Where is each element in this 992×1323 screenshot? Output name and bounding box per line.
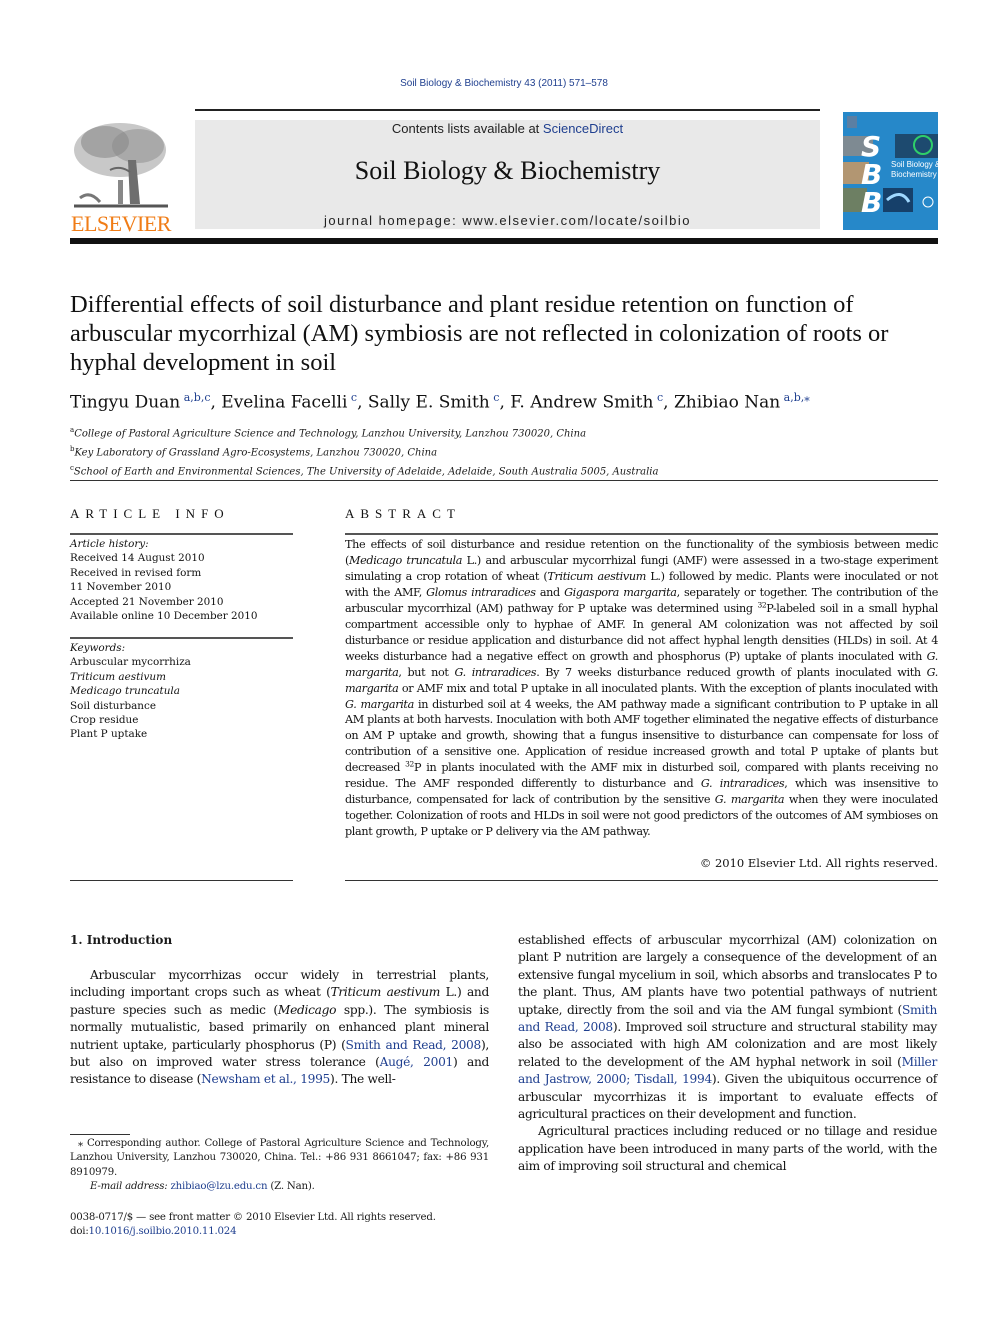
corresponding-author-footnote: ⁎ Corresponding author. College of Pasto…	[70, 1137, 489, 1195]
journal-homepage-line: journal homepage: www.elsevier.com/locat…	[195, 213, 820, 228]
journal-cover-thumbnail[interactable]: S B B Soil Biology & Biochemistry	[843, 112, 938, 230]
cover-letter-b2: B	[861, 186, 882, 219]
article-history-items: Received 14 August 2010 Received in revis…	[70, 551, 293, 623]
email-label: E-mail address:	[90, 1181, 171, 1193]
affiliation-text: Key Laboratory of Grassland Agro-Ecosyst…	[74, 447, 438, 459]
email-link[interactable]: zhibiao@lzu.edu.cn	[171, 1181, 268, 1192]
journal-cover-image: S B B Soil Biology & Biochemistry	[843, 112, 938, 230]
italic-term: Medicago truncatula	[349, 553, 463, 567]
author-name: Zhibiao Nan	[673, 392, 781, 413]
author-affiliation-link[interactable]: a,b,⁎	[780, 391, 810, 404]
article-info-rule	[70, 533, 293, 535]
author-affiliation-link[interactable]: c	[347, 391, 357, 404]
article-history: Article history: Received 14 August 2010…	[70, 537, 293, 623]
intro-paragraph-1: Arbuscular mycorrhizas occur widely in t…	[70, 968, 490, 1087]
keyword-item: Medicago truncatula	[70, 685, 180, 698]
homepage-url-link[interactable]: www.elsevier.com/locate/soilbio	[462, 213, 691, 228]
author-affiliation-link[interactable]: c	[490, 391, 499, 404]
author-list: Tingyu Duan a,b,c, Evelina Facelli c, Sa…	[70, 391, 810, 413]
italic-term: G. margarita	[345, 665, 938, 695]
keyword-item: Soil disturbance	[70, 699, 156, 712]
header-thick-rule	[70, 238, 938, 244]
article-info-bottom-rule	[70, 880, 293, 881]
footnote-rule	[70, 1134, 130, 1135]
elsevier-tree-icon	[74, 123, 168, 208]
article-title: Differential effects of soil disturbance…	[70, 291, 889, 376]
citation-link[interactable]: Smith and Read, 2008	[518, 1003, 937, 1034]
keywords-block: Keywords: Arbuscular mycorrhiza Triticum …	[70, 641, 293, 742]
keywords-label: Keywords:	[70, 642, 126, 654]
section-heading-introduction: 1. Introduction	[70, 933, 173, 947]
abstract-copyright: © 2010 Elsevier Ltd. All rights reserved…	[699, 856, 938, 870]
doi-link[interactable]: 10.1016/j.soilbio.2010.11.024	[89, 1226, 237, 1237]
italic-term: Glomus intraradices	[426, 585, 536, 599]
author-name: Evelina Facelli	[221, 392, 348, 413]
article-history-label: Article history:	[70, 538, 149, 550]
citation-link[interactable]: Smith and Read, 2008	[346, 1038, 482, 1052]
citation-link[interactable]: Augé, 2001	[380, 1055, 454, 1069]
header-top-rule	[195, 109, 820, 111]
italic-term: G. margarita	[714, 793, 785, 807]
italic-term: G. margarita	[345, 697, 414, 711]
history-item: Available online 10 December 2010	[70, 610, 258, 623]
abstract-heading: ABSTRACT	[345, 506, 461, 521]
abstract-rule	[345, 533, 938, 535]
issn-line: 0038-0717/$ — see front matter © 2010 El…	[70, 1212, 436, 1223]
doi-label: doi:	[70, 1226, 89, 1238]
history-item: Received 14 August 2010	[70, 552, 205, 565]
abstract-text: The effects of soil disturbance and resi…	[345, 538, 939, 839]
homepage-label: journal homepage:	[324, 213, 463, 228]
keywords-rule	[70, 637, 293, 639]
front-matter: 0038-0717/$ — see front matter © 2010 El…	[70, 1211, 489, 1240]
citation-link[interactable]: Miller and Jastrow, 2000; Tisdall, 1994	[518, 1055, 937, 1086]
keyword-item: Triticum aestivum	[70, 670, 166, 683]
cover-title-line1: Soil Biology &	[891, 160, 938, 169]
sciencedirect-link[interactable]: ScienceDirect	[543, 121, 623, 136]
author-name: F. Andrew Smith	[510, 392, 654, 413]
running-head[interactable]: Soil Biology & Biochemistry 43 (2011) 57…	[25, 77, 983, 89]
keyword-item: Plant P uptake	[70, 728, 148, 741]
body-column-right: established effects of arbuscular mycorr…	[518, 932, 937, 1176]
contents-availability-line: Contents lists available at ScienceDirec…	[195, 121, 820, 136]
history-item: Received in revised form	[70, 566, 202, 579]
intro-paragraph-1-continued: established effects of arbuscular mycorr…	[518, 933, 938, 1122]
affiliation-item: cSchool of Earth and Environmental Scien…	[70, 461, 940, 480]
keyword-item: Arbuscular mycorrhiza	[70, 656, 191, 669]
history-item: Accepted 21 November 2010	[70, 595, 224, 608]
keyword-list: Arbuscular mycorrhiza Triticum aestivum Me…	[70, 655, 293, 741]
italic-term: G. intraradices	[454, 665, 537, 679]
footnote-text: Corresponding author. College of Pastora…	[70, 1138, 489, 1178]
intro-paragraph-2: Agricultural practices including reduced…	[518, 1124, 937, 1174]
journal-name: Soil Biology & Biochemistry	[354, 156, 661, 185]
abstract-bottom-rule	[345, 880, 938, 881]
affiliation-text: College of Pastoral Agriculture Science …	[74, 428, 587, 440]
affiliation-item: bKey Laboratory of Grassland Agro-Ecosys…	[70, 442, 940, 461]
cover-title-line2: Biochemistry	[891, 170, 937, 179]
author-name: Sally E. Smith	[367, 392, 490, 413]
affiliation-item: aCollege of Pastoral Agriculture Science…	[70, 423, 940, 442]
affiliation-list: aCollege of Pastoral Agriculture Science…	[70, 423, 940, 479]
italic-term: Medicago	[277, 1002, 337, 1017]
italic-term: Triticum aestivum	[330, 985, 441, 1000]
elsevier-wordmark: ELSEVIER	[71, 211, 171, 236]
body-column-left: Arbuscular mycorrhizas occur widely in t…	[70, 967, 489, 1089]
superscript: 32	[405, 759, 414, 769]
superscript: 32	[757, 600, 767, 610]
italic-term: G. intraradices	[700, 777, 785, 791]
affiliation-text: School of Earth and Environmental Scienc…	[73, 465, 659, 477]
article-info-heading: ARTICLE INFO	[70, 506, 230, 521]
affiliation-divider	[70, 480, 938, 481]
italic-term: Gigaspora margarita	[564, 585, 677, 599]
contents-prefix: Contents lists available at	[391, 121, 543, 136]
email-suffix: (Z. Nan).	[267, 1181, 315, 1193]
italic-term: Triticum aestivum	[547, 569, 646, 583]
italic-term: G. margarita	[345, 649, 938, 679]
citation-link[interactable]: Newsham et al., 1995	[201, 1072, 330, 1086]
author-name: Tingyu Duan	[70, 392, 181, 413]
author-affiliation-link[interactable]: a,b,c	[180, 391, 211, 404]
keyword-item: Crop residue	[70, 714, 139, 727]
author-affiliation-link[interactable]: c	[653, 391, 663, 404]
history-item: 11 November 2010	[70, 581, 172, 594]
